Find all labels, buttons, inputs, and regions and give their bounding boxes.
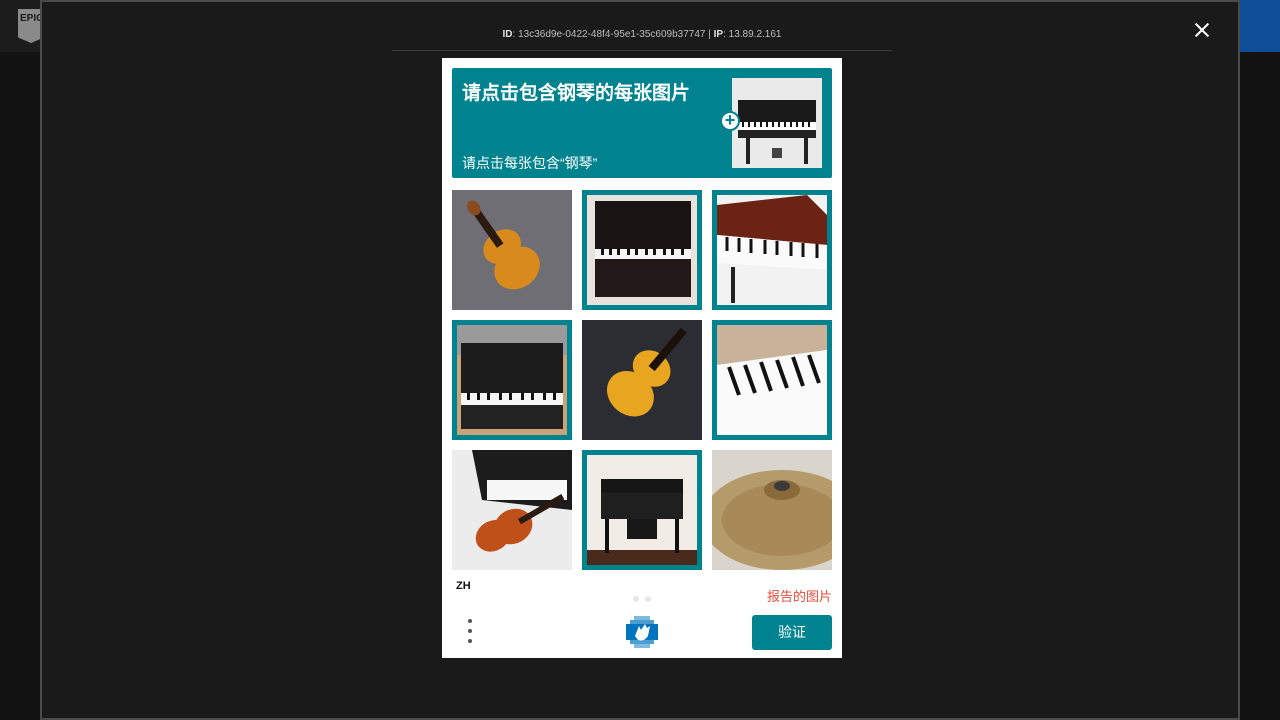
challenge-subtitle: 请点击每张包含“钢琴” [462, 155, 598, 171]
close-icon[interactable] [1188, 16, 1216, 44]
captcha-tile[interactable] [582, 450, 702, 570]
id-value: 13c36d9e-0422-48f4-95e1-35c609b37747 [518, 29, 706, 40]
language-selector[interactable]: ZH [456, 580, 471, 592]
ray-id-line: ID: 13c36d9e-0422-48f4-95e1-35c609b37747… [502, 29, 782, 40]
report-images-link[interactable]: 报告的图片 [767, 586, 832, 605]
captcha-frame: 请点击包含钢琴的每张图片 请点击每张包含“钢琴” + ZH 报告的图片 验证 [442, 58, 842, 658]
more-vertical-icon[interactable] [464, 619, 476, 649]
captcha-tile[interactable] [712, 320, 832, 440]
ip-label: IP [713, 29, 724, 40]
challenge-title: 请点击包含钢琴的每张图片 [462, 83, 691, 104]
captcha-tile[interactable] [712, 450, 832, 570]
pagination-dots [633, 589, 657, 607]
captcha-tile[interactable] [582, 190, 702, 310]
sign-in-button[interactable] [1236, 0, 1280, 52]
captcha-overlay: ID: 13c36d9e-0422-48f4-95e1-35c609b37747… [40, 0, 1240, 720]
ip-value: 13.89.2.161 [728, 29, 782, 40]
id-label: ID [502, 29, 513, 40]
captcha-tile[interactable] [452, 190, 572, 310]
divider [392, 50, 892, 51]
captcha-tile[interactable] [712, 190, 832, 310]
challenge-prompt: 请点击包含钢琴的每张图片 请点击每张包含“钢琴” + [452, 68, 832, 178]
plus-icon: + [720, 111, 740, 131]
hcaptcha-icon[interactable] [626, 616, 658, 648]
example-image [732, 78, 822, 168]
captcha-tile[interactable] [582, 320, 702, 440]
captcha-tile[interactable] [452, 320, 572, 440]
captcha-tile[interactable] [452, 450, 572, 570]
verify-button[interactable]: 验证 [752, 615, 832, 650]
